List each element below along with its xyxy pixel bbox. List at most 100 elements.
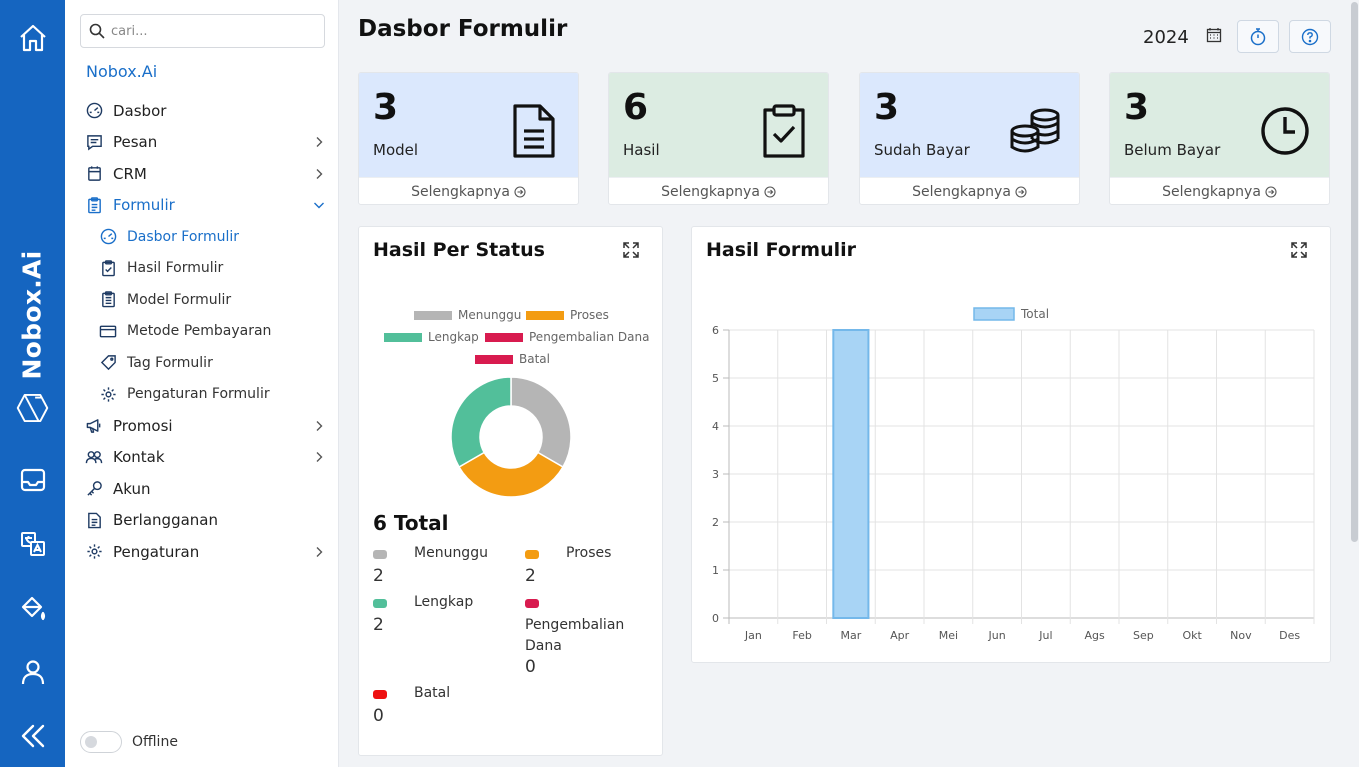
legend-swatch xyxy=(475,354,513,364)
sidebar-item-label: Metode Pembayaran xyxy=(127,323,272,340)
legend-item[interactable]: Menunggu xyxy=(414,308,521,322)
y-tick-label: 3 xyxy=(712,468,719,481)
legend-swatch xyxy=(384,332,422,342)
donut-slice-proses[interactable] xyxy=(458,451,564,498)
key-icon xyxy=(85,480,103,498)
sidebar-item-crm[interactable]: CRM xyxy=(65,158,339,190)
x-tick-label: Des xyxy=(1279,629,1300,642)
expand-icon[interactable] xyxy=(622,241,640,259)
gear-icon xyxy=(99,385,117,403)
sidebar-item-berlangganan[interactable]: Berlangganan xyxy=(65,505,339,537)
offline-toggle[interactable] xyxy=(80,731,122,753)
sidebar-item-tag-formulir[interactable]: Tag Formulir xyxy=(65,347,339,379)
sidebar-item-kontak[interactable]: Kontak xyxy=(65,442,339,474)
inbox-icon[interactable] xyxy=(16,463,49,496)
see-more-link[interactable]: Selengkapnya xyxy=(1110,177,1329,204)
sidebar-item-pesan[interactable]: Pesan xyxy=(65,127,339,159)
calendar-icon[interactable] xyxy=(1206,27,1222,43)
arrow-right-circle-icon xyxy=(764,185,776,198)
home-icon[interactable] xyxy=(16,21,49,54)
scrollbar-thumb[interactable] xyxy=(1351,2,1358,542)
donut-slice-lengkap[interactable] xyxy=(450,376,512,469)
clock-icon xyxy=(1259,101,1311,161)
legend-item[interactable]: Proses xyxy=(526,308,609,322)
x-tick-label: Jan xyxy=(744,629,762,642)
timer-button[interactable] xyxy=(1237,20,1279,53)
sidebar-item-pengaturan-formulir[interactable]: Pengaturan Formulir xyxy=(65,379,339,411)
collapse-icon[interactable] xyxy=(16,719,49,752)
stat-value: 3 xyxy=(373,87,399,128)
year-selector[interactable]: 2024 xyxy=(1143,27,1189,48)
sidebar-item-hasil-formulir[interactable]: Hasil Formulir xyxy=(65,253,339,285)
legend-swatch xyxy=(973,307,1015,321)
sidebar-item-metode-pembayaran[interactable]: Metode Pembayaran xyxy=(65,316,339,348)
status-donut-chart xyxy=(450,376,572,498)
y-tick-label: 1 xyxy=(712,564,719,577)
legend-label: Menunggu xyxy=(458,308,522,322)
arrow-right-circle-icon xyxy=(514,185,526,198)
status-dot xyxy=(373,550,387,559)
sidebar-item-label: Model Formulir xyxy=(127,291,232,308)
sidebar-item-model-formulir[interactable]: Model Formulir xyxy=(65,284,339,316)
message-icon xyxy=(85,133,103,151)
sidebar-item-promosi[interactable]: Promosi xyxy=(65,410,339,442)
search-input[interactable] xyxy=(111,23,311,39)
sidebar-item-label: Hasil Formulir xyxy=(127,260,224,277)
stopwatch-icon xyxy=(1250,27,1266,45)
sidebar-item-label: Pesan xyxy=(113,133,158,152)
stat-label: Sudah Bayar xyxy=(874,141,970,159)
legend-item[interactable]: Pengembalian Dana xyxy=(485,330,649,344)
sidebar-item-label: Akun xyxy=(113,479,151,498)
expand-icon[interactable] xyxy=(1290,241,1308,259)
sidebar-item-dasbor[interactable]: Dasbor xyxy=(65,95,339,127)
arrow-right-circle-icon xyxy=(1265,185,1277,198)
status-name: Batal xyxy=(414,685,451,701)
sidebar-nav: Dasbor Pesan CRM Formulir Dasbor Formuli… xyxy=(65,95,339,568)
sidebar-item-label: Berlangganan xyxy=(113,511,218,530)
help-button[interactable] xyxy=(1289,20,1331,53)
see-more-link[interactable]: Selengkapnya xyxy=(860,177,1079,204)
search-box[interactable] xyxy=(80,14,325,48)
legend-swatch xyxy=(414,310,452,320)
sidebar-item-label: Pengaturan xyxy=(113,542,200,561)
user-icon[interactable] xyxy=(16,655,49,688)
see-more-link[interactable]: Selengkapnya xyxy=(609,177,828,204)
legend-item[interactable]: Lengkap xyxy=(384,330,479,344)
y-tick-label: 5 xyxy=(712,372,719,385)
chevron-right-icon xyxy=(316,546,323,557)
chevron-right-icon xyxy=(316,452,323,463)
help-icon xyxy=(1301,28,1319,45)
x-tick-label: Sep xyxy=(1133,629,1154,642)
sidebar-item-pengaturan[interactable]: Pengaturan xyxy=(65,536,339,568)
paint-bucket-icon[interactable] xyxy=(16,591,49,624)
stat-card-body: 6 Hasil xyxy=(609,73,828,177)
nobox-logo-icon[interactable] xyxy=(16,391,49,424)
stat-label: Model xyxy=(373,141,419,159)
scrollbar[interactable] xyxy=(1350,0,1359,767)
stat-card-body: 3 Belum Bayar xyxy=(1110,73,1329,177)
sidebar-item-akun[interactable]: Akun xyxy=(65,473,339,505)
status-item-batal: Batal 0 xyxy=(373,685,503,733)
sidebar-item-dasbor-formulir[interactable]: Dasbor Formulir xyxy=(65,221,339,253)
bar-mar[interactable] xyxy=(832,329,870,619)
tag-icon xyxy=(99,354,117,372)
clipboard-list-icon xyxy=(99,291,117,309)
status-item-proses: Proses 2 xyxy=(525,545,655,593)
chevron-down-icon xyxy=(314,202,324,209)
legend-item[interactable]: Total xyxy=(973,307,1049,321)
status-value: 2 xyxy=(373,615,384,635)
status-name: Menunggu xyxy=(414,545,488,561)
translate-icon[interactable] xyxy=(16,527,49,560)
legend-label: Lengkap xyxy=(428,330,479,344)
stat-card-hasil: 6 Hasil Selengkapnya xyxy=(608,72,829,205)
legend-label: Total xyxy=(1020,307,1049,321)
chevron-right-icon xyxy=(316,137,323,148)
see-more-link[interactable]: Selengkapnya xyxy=(359,177,578,204)
legend-label: Proses xyxy=(570,308,609,322)
clipboard-check-icon xyxy=(99,259,117,277)
legend-item[interactable]: Batal xyxy=(475,352,550,366)
status-item-menunggu: Menunggu 2 xyxy=(373,545,503,593)
stat-value: 3 xyxy=(874,87,900,128)
sidebar-item-formulir[interactable]: Formulir xyxy=(65,190,339,222)
x-tick-label: Okt xyxy=(1182,629,1202,642)
